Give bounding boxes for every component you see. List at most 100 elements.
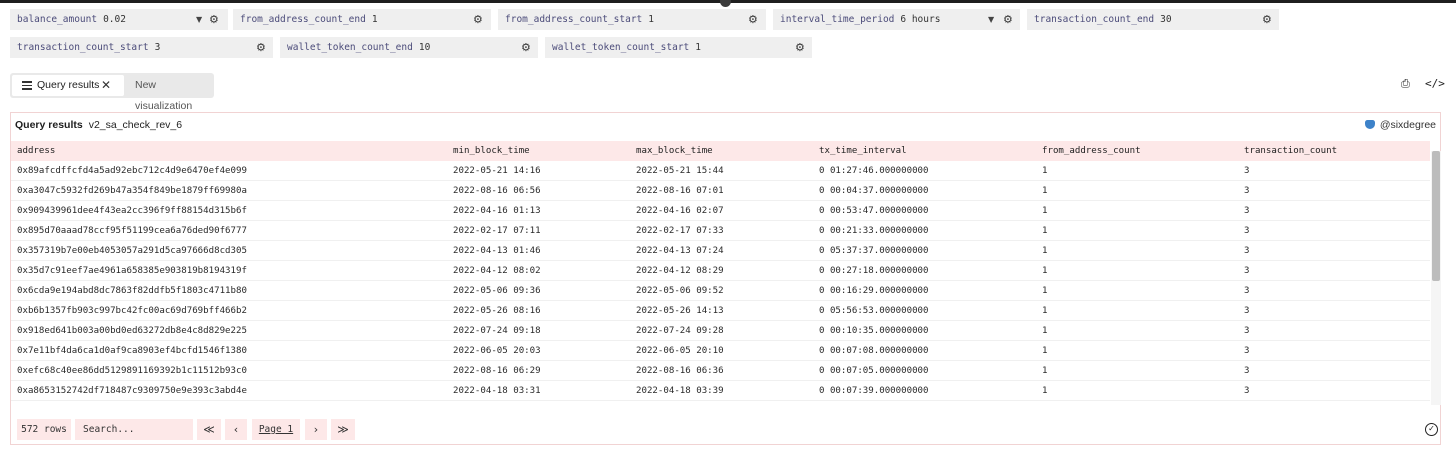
cell-min-block-time: 2022-04-13 01:46 — [453, 246, 541, 256]
page-indicator[interactable]: Page 1 — [252, 419, 300, 440]
param-interval-time-period[interactable]: interval_time_period 6 hours ▼ ⚙ — [773, 9, 1020, 30]
cell-address: 0x357319b7e00eb4053057a291d5ca97666d8cd3… — [17, 246, 247, 256]
cell-min-block-time: 2022-07-24 09:18 — [453, 326, 541, 336]
cell-max-block-time: 2022-04-12 08:29 — [636, 266, 724, 276]
param-value[interactable]: 10 — [419, 42, 430, 53]
cell-tx-time-interval: 0 00:21:33.000000000 — [819, 226, 929, 236]
cell-min-block-time: 2022-08-16 06:56 — [453, 186, 541, 196]
table-row[interactable]: 0x7e11bf4da6ca1d0af9ca8903ef4bcfd1546f13… — [11, 341, 1430, 361]
cell-transaction-count: 3 — [1244, 206, 1250, 216]
dropdown-caret-icon[interactable]: ▼ — [988, 9, 994, 30]
cell-from-address-count: 1 — [1042, 306, 1048, 316]
table-row[interactable]: 0x6cda9e194abd8dc7863f82ddfb5f1803c4711b… — [11, 281, 1430, 301]
gear-icon[interactable]: ⚙ — [795, 37, 805, 58]
scrollbar-thumb[interactable] — [1432, 151, 1440, 281]
table-row[interactable]: 0xa8653152742df718487c9309750e9e393c3abd… — [11, 381, 1430, 401]
param-value[interactable]: 1 — [695, 42, 701, 53]
cell-transaction-count: 3 — [1244, 266, 1250, 276]
last-page-button[interactable]: ≫ — [331, 419, 355, 440]
cell-from-address-count: 1 — [1042, 266, 1048, 276]
resize-handle[interactable] — [720, 0, 731, 7]
column-header-min-block-time[interactable]: min_block_time — [453, 141, 530, 161]
owner-link[interactable]: @sixdegree — [1364, 119, 1436, 131]
cell-max-block-time: 2022-05-06 09:52 — [636, 286, 724, 296]
param-transaction-count-end[interactable]: transaction_count_end 30 ⚙ — [1027, 9, 1279, 30]
cell-transaction-count: 3 — [1244, 286, 1250, 296]
cell-from-address-count: 1 — [1042, 326, 1048, 336]
cell-max-block-time: 2022-04-02 18:41 — [636, 401, 724, 403]
param-transaction-count-start[interactable]: transaction_count_start 3 ⚙ — [10, 37, 273, 58]
cell-address: 0x7e11bf4da6ca1d0af9ca8903ef4bcfd1546f13… — [17, 346, 247, 356]
param-value[interactable]: 1 — [648, 14, 654, 25]
table-row[interactable]: 0x918ed641b003a00bd0ed63272db8e4c8d829e2… — [11, 321, 1430, 341]
cell-from-address-count: 1 — [1042, 246, 1048, 256]
download-csv-icon[interactable]: ⎙ — [1401, 77, 1410, 91]
cell-from-address-count: 1 — [1042, 401, 1047, 403]
param-value[interactable]: 0.02 — [103, 14, 126, 25]
team-logo-icon — [1364, 120, 1375, 129]
param-value[interactable]: 30 — [1160, 14, 1171, 25]
param-from-address-count-end[interactable]: from_address_count_end 1 ⚙ — [233, 9, 491, 30]
tab-query-results[interactable]: Query results ✕ — [12, 75, 124, 96]
table-row[interactable]: 0x895d70aaad78ccf95f51199cea6a76ded90f67… — [11, 221, 1430, 241]
cell-max-block-time: 2022-04-18 03:39 — [636, 386, 724, 396]
param-name: transaction_count_end — [1034, 14, 1155, 25]
tab-new-visualization[interactable]: New visualization — [135, 75, 214, 112]
row-count: 572 rows — [17, 419, 71, 440]
cell-transaction-count: 3 — [1244, 401, 1249, 403]
cell-tx-time-interval: 0 00:16:29.000000000 — [819, 286, 929, 296]
param-wallet-token-count-start[interactable]: wallet_token_count_start 1 ⚙ — [545, 37, 812, 58]
column-header-from-address-count[interactable]: from_address_count — [1042, 141, 1141, 161]
cell-min-block-time: 2022-08-16 06:29 — [453, 366, 541, 376]
table-row[interactable]: 0xa3047c5932fd269b47a354f849be1879ff6998… — [11, 181, 1430, 201]
cell-min-block-time: 2022-02-17 07:11 — [453, 226, 541, 236]
table-row[interactable]: 0x519c4f53f1cb1a6f285f08032f1908f0e7f053… — [11, 401, 1430, 403]
list-icon — [22, 81, 32, 90]
gear-icon[interactable]: ⚙ — [473, 9, 483, 30]
column-header-tx-time-interval[interactable]: tx_time_interval — [819, 141, 907, 161]
search-input[interactable]: Search... — [75, 419, 193, 440]
close-icon[interactable]: ✕ — [101, 75, 111, 96]
result-tabs: Query results ✕ New visualization — [10, 73, 214, 112]
table-row[interactable]: 0xb6b1357fb903c997bc42fc00ac69d769bff466… — [11, 301, 1430, 321]
gear-icon[interactable]: ⚙ — [1003, 9, 1013, 30]
cell-from-address-count: 1 — [1042, 186, 1048, 196]
cell-address: 0xefc68c40ee86dd5129891169392b1c11512b93… — [17, 366, 247, 376]
cell-max-block-time: 2022-06-05 20:10 — [636, 346, 724, 356]
check-circle-icon[interactable]: ✓ — [1425, 423, 1438, 436]
embed-code-icon[interactable]: </> — [1425, 77, 1445, 90]
param-from-address-count-start[interactable]: from_address_count_start 1 ⚙ — [498, 9, 766, 30]
gear-icon[interactable]: ⚙ — [748, 9, 758, 30]
results-panel: Query results v2_sa_check_rev_6 @sixdegre… — [10, 112, 1441, 445]
table-row[interactable]: 0x909439961dee4f43ea2cc396f9ff88154d315b… — [11, 201, 1430, 221]
vertical-scrollbar[interactable] — [1431, 151, 1441, 405]
table-row[interactable]: 0x357319b7e00eb4053057a291d5ca97666d8cd3… — [11, 241, 1430, 261]
param-balance-amount[interactable]: balance_amount 0.02 ▼ ⚙ — [10, 9, 228, 30]
param-name: balance_amount — [17, 14, 98, 25]
column-header-address[interactable]: address — [17, 141, 55, 161]
param-value[interactable]: 3 — [155, 42, 161, 53]
column-header-transaction-count[interactable]: transaction_count — [1244, 141, 1337, 161]
param-wallet-token-count-end[interactable]: wallet_token_count_end 10 ⚙ — [280, 37, 538, 58]
column-header-max-block-time[interactable]: max_block_time — [636, 141, 713, 161]
table-row[interactable]: 0x35d7c91eef7ae4961a658385e903819b819431… — [11, 261, 1430, 281]
gear-icon[interactable]: ⚙ — [521, 37, 531, 58]
cell-max-block-time: 2022-02-17 07:33 — [636, 226, 724, 236]
table-row[interactable]: 0xefc68c40ee86dd5129891169392b1c11512b93… — [11, 361, 1430, 381]
cell-min-block-time: 2022-05-26 08:16 — [453, 306, 541, 316]
dropdown-caret-icon[interactable]: ▼ — [196, 9, 202, 30]
param-value[interactable]: 6 hours — [900, 14, 940, 25]
cell-address: 0xa3047c5932fd269b47a354f849be1879ff6998… — [17, 186, 247, 196]
cell-min-block-time: 2022-05-21 14:16 — [453, 166, 541, 176]
next-page-button[interactable]: › — [305, 419, 327, 440]
cell-transaction-count: 3 — [1244, 326, 1250, 336]
gear-icon[interactable]: ⚙ — [209, 9, 219, 30]
cell-tx-time-interval: 0 00:10:35.000000000 — [819, 326, 929, 336]
gear-icon[interactable]: ⚙ — [256, 37, 266, 58]
first-page-button[interactable]: ≪ — [197, 419, 221, 440]
cell-address: 0x918ed641b003a00bd0ed63272db8e4c8d829e2… — [17, 326, 247, 336]
table-row[interactable]: 0x89afcdffcfd4a5ad92ebc712c4d9e6470ef4e0… — [11, 161, 1430, 181]
param-value[interactable]: 1 — [372, 14, 378, 25]
gear-icon[interactable]: ⚙ — [1262, 9, 1272, 30]
prev-page-button[interactable]: ‹ — [225, 419, 247, 440]
